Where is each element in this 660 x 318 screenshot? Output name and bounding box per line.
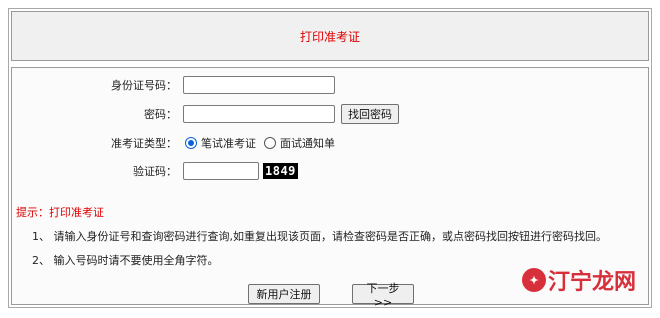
captcha-row: 验证码： 1849	[12, 160, 298, 182]
admission-type-label: 准考证类型：	[111, 137, 177, 150]
password-input[interactable]	[183, 105, 335, 123]
password-row: 密码： 找回密码	[12, 103, 399, 125]
radio-written-exam-label[interactable]: 笔试准考证	[201, 135, 256, 151]
id-number-row: 身份证号码：	[12, 74, 335, 96]
admission-type-row: 准考证类型： 笔试准考证 面试通知单	[12, 132, 335, 154]
find-password-button[interactable]: 找回密码	[341, 104, 399, 124]
radio-interview-notice-label[interactable]: 面试通知单	[280, 135, 335, 151]
page-title: 打印准考证	[299, 29, 360, 44]
id-number-label: 身份证号码：	[111, 79, 177, 92]
tip-line-2: 2、 输入号码时请不要使用全角字符。	[32, 254, 219, 267]
captcha-input[interactable]	[183, 162, 259, 180]
form-box: 身份证号码： 密码： 找回密码 准考证类型： 笔试准考证 面试通知单 验证码： …	[11, 67, 649, 309]
print-admission-panel: 打印准考证 身份证号码： 密码： 找回密码 准考证类型： 笔试准考证 面试通知单…	[8, 8, 652, 309]
register-button[interactable]: 新用户注册	[248, 284, 320, 304]
tips-title: 提示：打印准考证	[16, 206, 104, 219]
tip-line-1: 1、 请输入身份证号和查询密码进行查询,如重复出现该页面，请检查密码是否正确，或…	[32, 230, 607, 243]
logo-icon: ✦	[521, 268, 546, 292]
id-number-input[interactable]	[183, 76, 335, 94]
captcha-label: 验证码：	[133, 165, 177, 178]
password-label: 密码：	[144, 108, 177, 121]
title-bar: 打印准考证	[11, 11, 649, 61]
next-step-button[interactable]: 下一步>>	[352, 282, 414, 309]
watermark-text: 汀宁龙网	[547, 269, 636, 295]
radio-written-exam[interactable]	[185, 137, 197, 149]
radio-interview-notice[interactable]	[264, 137, 276, 149]
captcha-image[interactable]: 1849	[263, 163, 298, 179]
watermark-logo: ✦ 汀宁龙网	[521, 264, 636, 296]
